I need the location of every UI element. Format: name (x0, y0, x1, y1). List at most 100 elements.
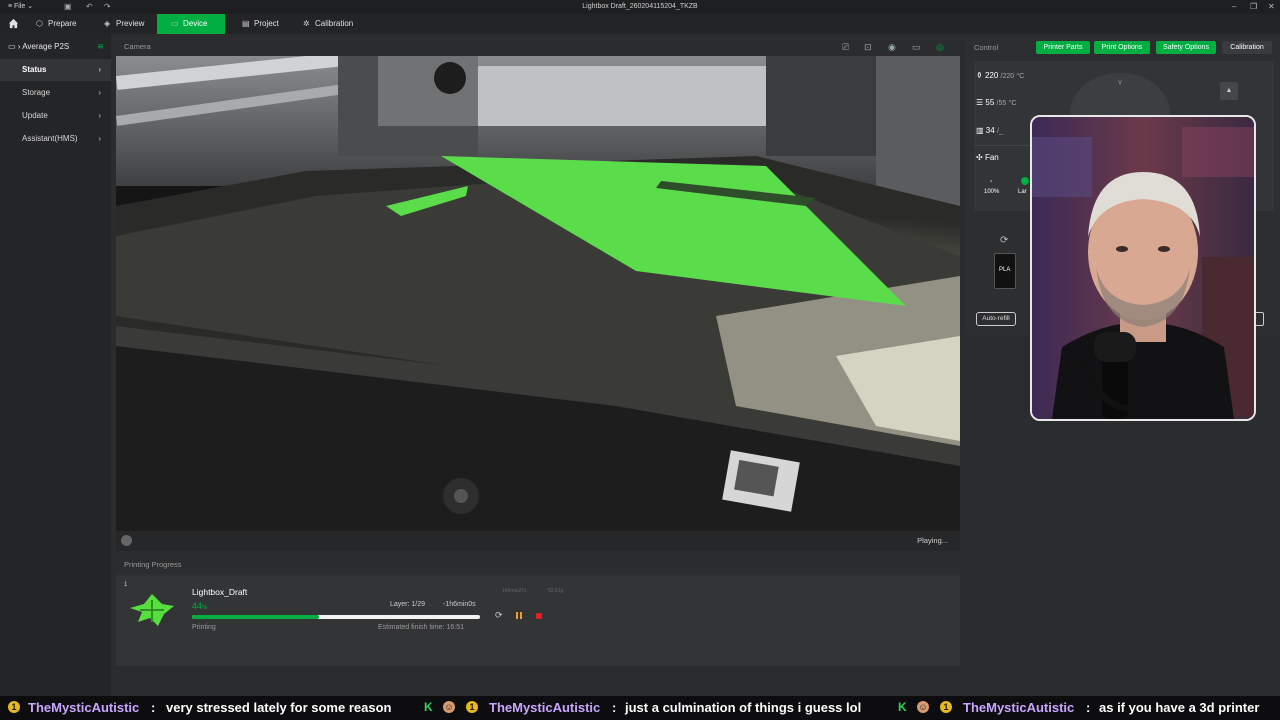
progress-bar-fill (192, 615, 319, 619)
chat-badge-icon: 1 (8, 701, 20, 713)
chevron-right-icon: › (98, 88, 101, 97)
timelapse-icon[interactable]: ⊡ (864, 42, 872, 53)
maximize-icon[interactable]: ❐ (1250, 2, 1257, 11)
chat-badge-icon: 1 (940, 701, 952, 713)
chamber-temp: 34 (985, 126, 995, 135)
y-axis-label: Y (1118, 81, 1123, 87)
nozzle-icon: ⚱ (976, 71, 983, 80)
light-toggle[interactable] (1021, 177, 1029, 185)
printing-progress-label: Printing Progress (124, 560, 182, 569)
bed-temp-row[interactable]: ☰ 55 /55 °C (976, 98, 1016, 107)
sidebar-item-label: Storage (22, 88, 51, 97)
printer-parts-button[interactable]: Printer Parts (1036, 41, 1090, 54)
divider (974, 145, 1036, 146)
preview-icon: ◈ (104, 19, 111, 28)
calibration-button[interactable]: Calibration (1222, 41, 1272, 54)
device-selector[interactable]: ▭ › Average P2S ≋ (8, 42, 104, 51)
lamp-label: Lar (1018, 189, 1027, 195)
record-icon[interactable]: ◉ (888, 42, 896, 53)
progress-percent-value: 44 (192, 601, 203, 611)
chat-ticker: 1 TheMysticAutistic : very stressed late… (0, 696, 1280, 720)
nozzle-target: /220 (1000, 73, 1015, 80)
device-name: Average P2S (22, 42, 70, 51)
filament-slot[interactable]: PLA (994, 253, 1016, 289)
layer-count: Layer: 1/29 (390, 601, 426, 608)
home-icon[interactable] (2, 14, 22, 34)
chat-username: TheMysticAutistic (28, 700, 140, 715)
main-tab-bar: ⬡ Prepare ◈ Preview ▭ Device ▤ Project ✲ Cali… (0, 14, 1280, 34)
snapshot-button[interactable] (121, 535, 132, 546)
sidebar-item-label: Status (22, 65, 47, 74)
monitor-icon: ▭ (171, 19, 179, 28)
printing-progress-header: Printing Progress (116, 556, 960, 574)
nozzle-temp-row[interactable]: ⚱ 220 /220 °C (976, 71, 1024, 80)
progress-percent-unit: % (202, 605, 208, 611)
estimated-finish: Estimated finish time: 16:51 (378, 624, 464, 631)
emote-icon: ☺ (443, 701, 455, 713)
tab-prepare-label: Prepare (48, 19, 77, 28)
sidebar-item-assistant[interactable]: Assistant(HMS) › (0, 128, 111, 150)
window-title: Lightbox Draft_260204115204_TKZB (582, 3, 698, 10)
tab-prepare[interactable]: ⬡ Prepare (30, 14, 92, 34)
printing-progress-panel: Printing Progress 1 Lightbox_Draft 44% L… (116, 556, 960, 666)
tab-project[interactable]: ▤ Project (236, 14, 294, 34)
fan-row[interactable]: ✣ Fan (976, 153, 999, 162)
bed-temp: 55 (985, 98, 995, 107)
progress-percent: 44% (192, 601, 207, 611)
rotate-icon[interactable]: ⟳ (1000, 235, 1008, 246)
kick-icon: K (424, 700, 433, 714)
sidebar-item-label: Assistant(HMS) (22, 134, 78, 143)
tab-device[interactable]: ▭ Device (157, 14, 225, 34)
chevron-right-icon: › (98, 111, 101, 120)
filament-type: PLA (999, 267, 1011, 273)
filament-weight: 53.81g (548, 588, 564, 594)
live-view-icon[interactable]: ◎ (936, 42, 944, 53)
project-icon: ▤ (242, 19, 250, 28)
video-icon[interactable]: ▭ (912, 42, 921, 53)
tab-project-label: Project (254, 19, 279, 28)
emote-icon: ☺ (917, 701, 929, 713)
stop-button[interactable] (536, 613, 542, 619)
chamber-icon: ▥ (976, 126, 984, 135)
device-sidebar: ▭ › Average P2S ≋ Status › Storage › Updat… (0, 34, 111, 696)
chat-message: just a culmination of things i guess lol (625, 700, 862, 715)
refresh-icon[interactable]: ⟳ (495, 610, 503, 621)
chevron-right-icon: › (98, 65, 101, 74)
tab-calibration[interactable]: ✲ Calibration (297, 14, 367, 34)
nozzle-temp: 220 (984, 71, 999, 80)
camera-header: Camera ⎚ ⊡ ◉ ▭ ◎ (116, 39, 960, 55)
progress-bar (192, 615, 480, 619)
bed-icon: ☰ (976, 98, 984, 107)
safety-options-button[interactable]: Safety Options (1156, 41, 1216, 54)
chat-message: very stressed lately for some reason (166, 700, 392, 715)
camera-switch-icon[interactable]: ⎚ (842, 42, 849, 53)
sidebar-item-label: Update (22, 111, 48, 120)
pause-button[interactable] (516, 612, 522, 619)
plate-number: 1 (124, 582, 128, 588)
minimize-icon[interactable]: – (1232, 2, 1236, 11)
chamber-temp-row[interactable]: ▥ 34 /_ (976, 126, 1003, 135)
job-name: Lightbox_Draft (192, 587, 248, 597)
close-icon[interactable]: ✕ (1268, 2, 1275, 11)
tab-preview-label: Preview (116, 19, 145, 28)
auto-refill-button[interactable]: Auto-refill (976, 312, 1016, 326)
camera-status: Playing... (917, 536, 948, 545)
camera-feed (116, 56, 960, 531)
sidebar-item-update[interactable]: Update › (0, 105, 111, 127)
bed-target: /55 (996, 100, 1007, 107)
chat-colon: : (612, 700, 617, 715)
control-label: Control (974, 43, 999, 52)
tab-preview[interactable]: ◈ Preview (98, 14, 156, 34)
print-options-button[interactable]: Print Options (1094, 41, 1150, 54)
temp-unit: °C (1008, 100, 1017, 107)
chevron-right-icon: › (98, 134, 101, 143)
remaining-time: -1h6min0s (443, 601, 476, 608)
z-up-button[interactable]: ▲ (1220, 82, 1238, 100)
streamer-webcam (1030, 115, 1256, 421)
chat-colon: : (1086, 700, 1091, 715)
sidebar-item-storage[interactable]: Storage › (0, 82, 111, 104)
fan-icon: ✣ (976, 153, 983, 162)
sidebar-item-status[interactable]: Status › (0, 59, 111, 81)
print-state: Printing (192, 624, 216, 631)
calibration-icon: ✲ (303, 19, 310, 28)
